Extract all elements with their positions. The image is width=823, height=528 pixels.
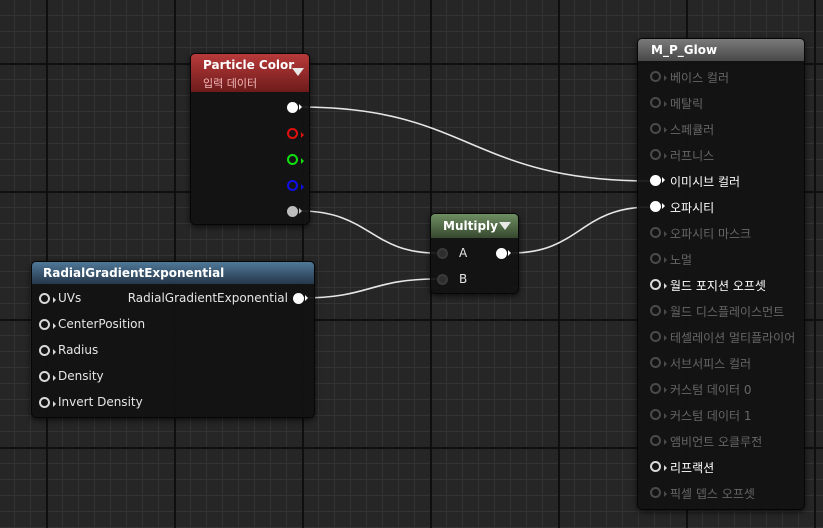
material-input-pin[interactable] <box>650 435 667 446</box>
material-input-pin[interactable] <box>650 357 667 368</box>
particle-color-output-pin[interactable] <box>287 206 302 217</box>
material-input-label: 픽셀 뎁스 오프셋 <box>670 487 755 501</box>
radial-gradient-input-label: UVs <box>58 291 82 305</box>
material-input-pin[interactable] <box>650 331 667 342</box>
multiply-input-b-label: B <box>459 272 468 286</box>
particle-color-title: Particle Color <box>203 58 295 72</box>
collapse-arrow-icon[interactable] <box>292 68 304 76</box>
material-input-label: 메탈릭 <box>670 97 704 111</box>
multiply-header[interactable]: Multiply <box>431 214 518 238</box>
material-input-pin[interactable] <box>650 227 667 238</box>
material-input-label: 이미시브 컬러 <box>670 175 741 189</box>
wire-radial-to-multiply-b[interactable] <box>301 278 438 299</box>
particle-color-subtitle: 입력 데이터 <box>203 77 258 90</box>
material-input-label: 커스텀 데이터 1 <box>670 409 752 423</box>
material-input-pin[interactable] <box>650 461 667 472</box>
radial-gradient-input-label: Density <box>58 369 104 383</box>
multiply-input-a-pin[interactable] <box>437 248 448 259</box>
wire-particle-rgb-to-emissive[interactable] <box>299 106 651 182</box>
material-input-pin[interactable] <box>650 97 667 108</box>
radial-gradient-input-label: Radius <box>58 343 99 357</box>
material-title: M_P_Glow <box>651 43 718 57</box>
material-result-header[interactable]: M_P_Glow <box>638 39 804 61</box>
material-input-pin[interactable] <box>650 279 667 290</box>
radial-gradient-input-pin[interactable] <box>39 293 56 304</box>
radial-gradient-title: RadialGradientExponential <box>43 266 225 280</box>
material-input-pin[interactable] <box>650 123 667 134</box>
material-input-label: 오파시티 마스크 <box>670 227 752 241</box>
radial-gradient-header[interactable]: RadialGradientExponential <box>32 262 314 284</box>
multiply-input-b-pin[interactable] <box>437 274 448 285</box>
multiply-node[interactable]: Multiply A B <box>430 213 519 294</box>
particle-color-output-pin[interactable] <box>287 102 302 113</box>
wire-multiply-to-opacity[interactable] <box>511 206 651 254</box>
wire-particle-alpha-to-multiply-a[interactable] <box>299 210 438 254</box>
material-input-label: 커스텀 데이터 0 <box>670 383 752 397</box>
material-input-label: 리프랙션 <box>670 461 715 475</box>
multiply-input-a-label: A <box>459 246 468 260</box>
material-input-label: 노멀 <box>670 253 693 267</box>
material-input-pin[interactable] <box>650 409 667 420</box>
multiply-output-pin[interactable] <box>496 248 511 259</box>
material-input-pin[interactable] <box>650 201 665 212</box>
material-input-label: 앰비언트 오클루전 <box>670 435 763 449</box>
material-result-node[interactable]: M_P_Glow 베이스 컬러메탈릭스페큘러러프니스이미시브 컬러오파시티오파시… <box>637 38 805 510</box>
radial-gradient-output-label: RadialGradientExponential <box>127 291 288 305</box>
radial-gradient-output-pin[interactable] <box>293 293 308 304</box>
particle-color-output-pin[interactable] <box>287 154 304 165</box>
material-input-pin[interactable] <box>650 175 665 186</box>
particle-color-output-pin[interactable] <box>287 128 304 139</box>
material-input-label: 월드 포지션 오프셋 <box>670 279 766 293</box>
particle-color-output-pin[interactable] <box>287 180 304 191</box>
material-input-label: 베이스 컬러 <box>670 71 730 85</box>
collapse-arrow-icon[interactable] <box>499 222 511 230</box>
material-input-label: 월드 디스플레이스먼트 <box>670 305 785 319</box>
material-input-pin[interactable] <box>650 149 667 160</box>
material-input-label: 오파시티 <box>670 201 715 215</box>
radial-gradient-input-pin[interactable] <box>39 345 56 356</box>
radial-gradient-input-label: Invert Density <box>58 395 143 409</box>
material-input-label: 스페큘러 <box>670 123 715 137</box>
material-input-pin[interactable] <box>650 305 667 316</box>
material-input-label: 러프니스 <box>670 149 715 163</box>
radial-gradient-node[interactable]: RadialGradientExponential UVs CenterPosit… <box>31 261 315 418</box>
material-input-label: 서브서피스 컬러 <box>670 357 752 371</box>
radial-gradient-input-label: CenterPosition <box>58 317 146 331</box>
particle-color-header[interactable]: Particle Color 입력 데이터 <box>191 54 309 92</box>
radial-gradient-input-pin[interactable] <box>39 319 56 330</box>
material-input-pin[interactable] <box>650 253 667 264</box>
material-input-pin[interactable] <box>650 383 667 394</box>
material-input-label: 테셀레이션 멀티플라이어 <box>670 331 796 345</box>
material-input-pin[interactable] <box>650 487 667 498</box>
particle-color-node[interactable]: Particle Color 입력 데이터 <box>190 53 310 225</box>
radial-gradient-input-pin[interactable] <box>39 397 56 408</box>
multiply-title: Multiply <box>443 219 498 233</box>
radial-gradient-input-pin[interactable] <box>39 371 56 382</box>
material-input-pin[interactable] <box>650 71 667 82</box>
